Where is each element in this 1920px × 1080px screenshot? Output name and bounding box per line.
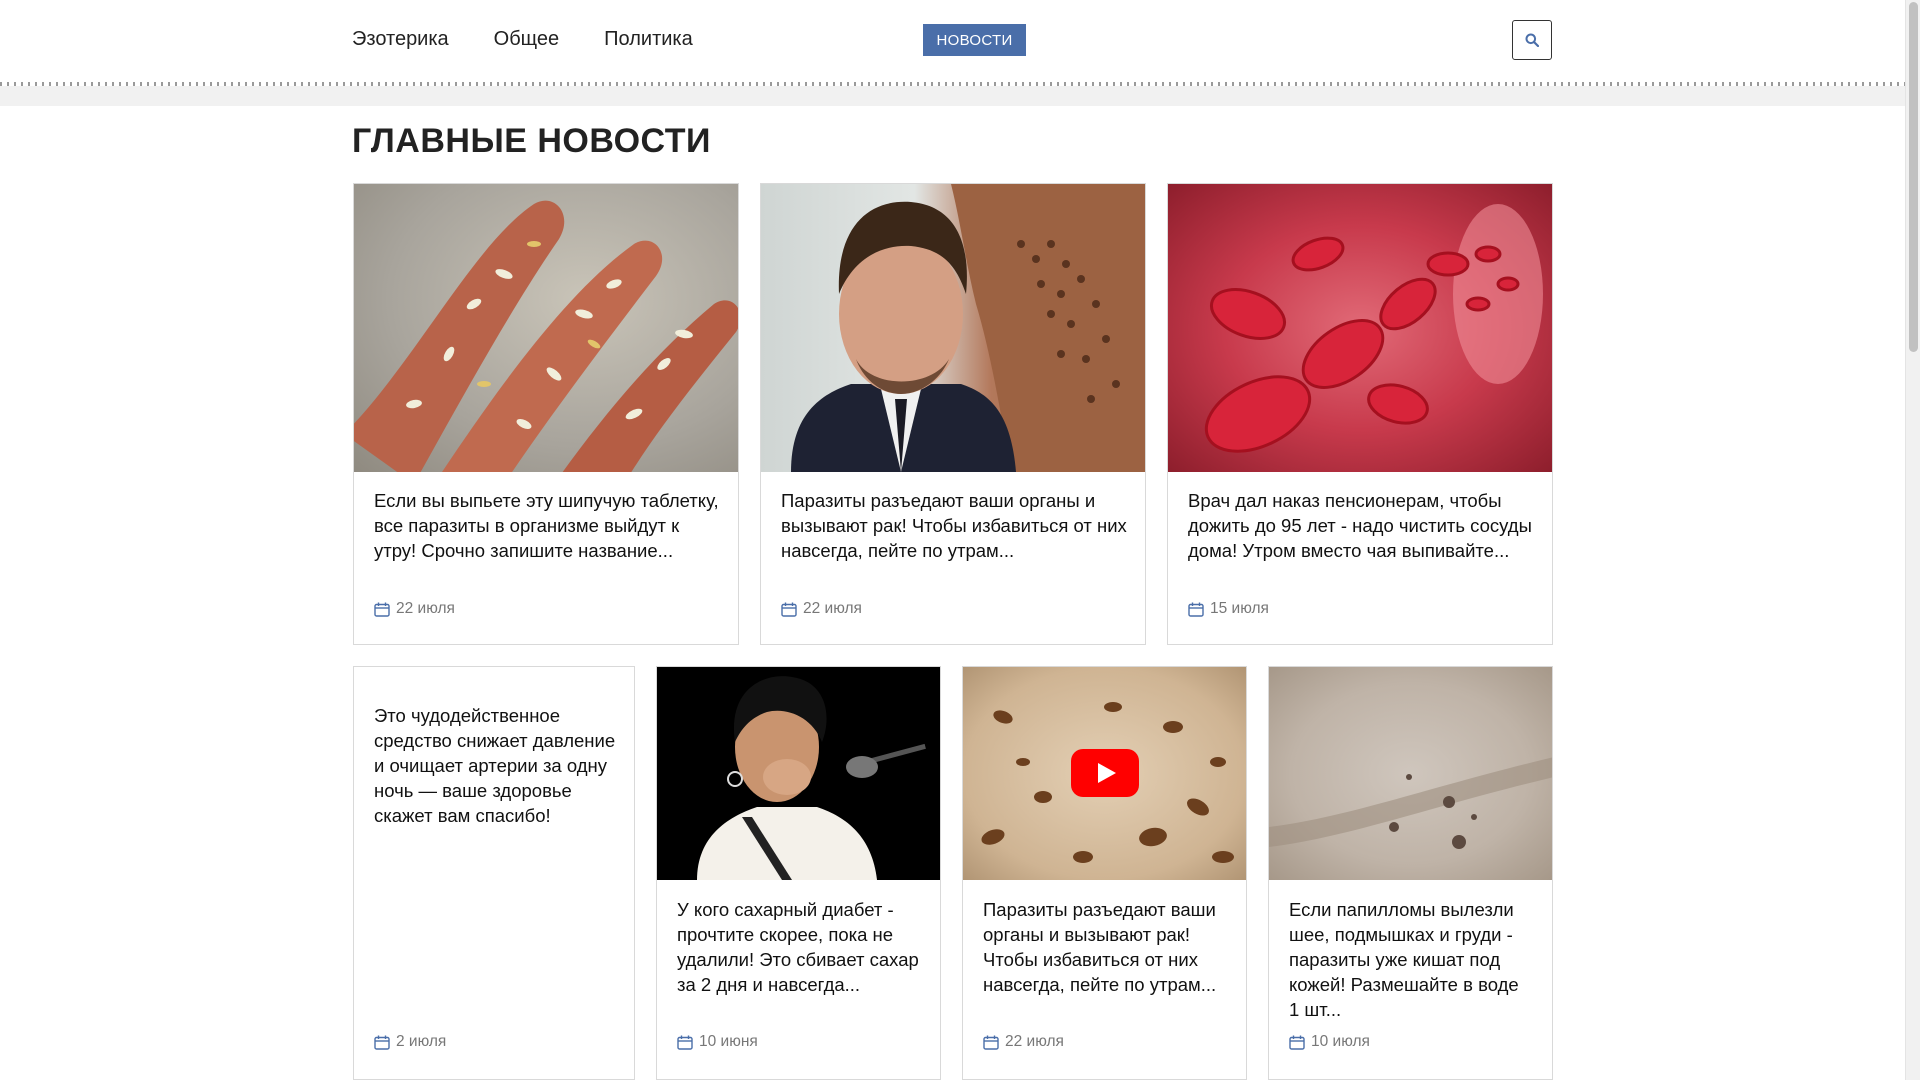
card-date: 10 июня <box>677 1033 758 1051</box>
youtube-play-icon[interactable] <box>1071 749 1139 797</box>
card-image[interactable] <box>963 667 1246 880</box>
nav-item-general[interactable]: Общее <box>494 28 560 51</box>
card-title[interactable]: Врач дал наказ пенсионерам, чтобы дожить… <box>1188 488 1534 563</box>
card-date: 22 июля <box>781 600 862 618</box>
news-card[interactable]: Врач дал наказ пенсионерам, чтобы дожить… <box>1167 183 1553 645</box>
calendar-icon <box>983 1035 999 1050</box>
card-image[interactable] <box>657 667 940 880</box>
card-date-text: 10 июля <box>1311 1033 1370 1050</box>
calendar-icon <box>1289 1035 1305 1050</box>
card-title[interactable]: Паразиты разъедают ваши органы и вызываю… <box>983 897 1228 997</box>
calendar-icon <box>374 602 390 617</box>
news-card[interactable]: Паразиты разъедают ваши органы и вызываю… <box>760 183 1146 645</box>
card-image[interactable] <box>1269 667 1552 880</box>
news-card[interactable]: Если вы выпьете эту шипучую таблетку, вс… <box>353 183 739 645</box>
news-card[interactable]: Это чудодейственное средство снижает дав… <box>353 666 635 1080</box>
news-card[interactable]: У кого сахарный диабет - прочтите скорее… <box>656 666 941 1080</box>
card-image[interactable] <box>1168 184 1552 472</box>
card-date-text: 15 июля <box>1210 600 1269 617</box>
calendar-icon <box>1188 602 1204 617</box>
main-nav: Эзотерика Общее Политика <box>352 28 693 51</box>
calendar-icon <box>781 602 797 617</box>
blood-cells-illustration <box>1204 204 1543 453</box>
calendar-icon <box>677 1035 693 1050</box>
card-date: 10 июля <box>1289 1033 1370 1051</box>
search-icon <box>1525 33 1539 47</box>
card-image[interactable] <box>354 184 738 484</box>
card-title[interactable]: Это чудодейственное средство снижает дав… <box>374 703 616 828</box>
news-card[interactable]: Паразиты разъедают ваши органы и вызываю… <box>962 666 1247 1080</box>
news-logo-button[interactable]: НОВОСТИ <box>923 24 1026 56</box>
card-title[interactable]: У кого сахарный диабет - прочтите скорее… <box>677 897 922 997</box>
card-date-text: 22 июля <box>396 600 455 617</box>
header-divider-strip <box>0 86 1905 106</box>
card-title[interactable]: Если вы выпьете эту шипучую таблетку, вс… <box>374 488 720 563</box>
parasites-fingers-illustration <box>354 200 738 484</box>
nav-item-politics[interactable]: Политика <box>604 28 693 51</box>
card-title[interactable]: Паразиты разъедают ваши органы и вызываю… <box>781 488 1127 563</box>
papilloma-neck-illustration <box>1269 757 1552 849</box>
page-scrollbar[interactable] <box>1905 0 1920 1080</box>
card-date: 2 июля <box>374 1033 446 1051</box>
card-date: 22 июля <box>983 1033 1064 1051</box>
card-date-text: 2 июля <box>396 1033 447 1050</box>
scrollbar-thumb[interactable] <box>1909 2 1918 352</box>
card-date-text: 22 июля <box>803 600 862 617</box>
card-date-text: 22 июля <box>1005 1033 1064 1050</box>
search-button[interactable] <box>1512 20 1552 60</box>
card-date: 15 июля <box>1188 600 1269 618</box>
man-and-parasite-skin-illustration <box>791 184 1145 472</box>
card-date-text: 10 июня <box>699 1033 758 1050</box>
calendar-icon <box>374 1035 390 1050</box>
card-title[interactable]: Если папилломы вылезли шее, подмышках и … <box>1289 897 1534 1022</box>
section-title: ГЛАВНЫЕ НОВОСТИ <box>352 122 711 160</box>
card-image[interactable] <box>761 184 1145 472</box>
news-card[interactable]: Если папилломы вылезли шее, подмышках и … <box>1268 666 1553 1080</box>
singer-photo-illustration <box>697 676 926 880</box>
nav-item-esoterica[interactable]: Эзотерика <box>352 28 449 51</box>
card-date: 22 июля <box>374 600 455 618</box>
